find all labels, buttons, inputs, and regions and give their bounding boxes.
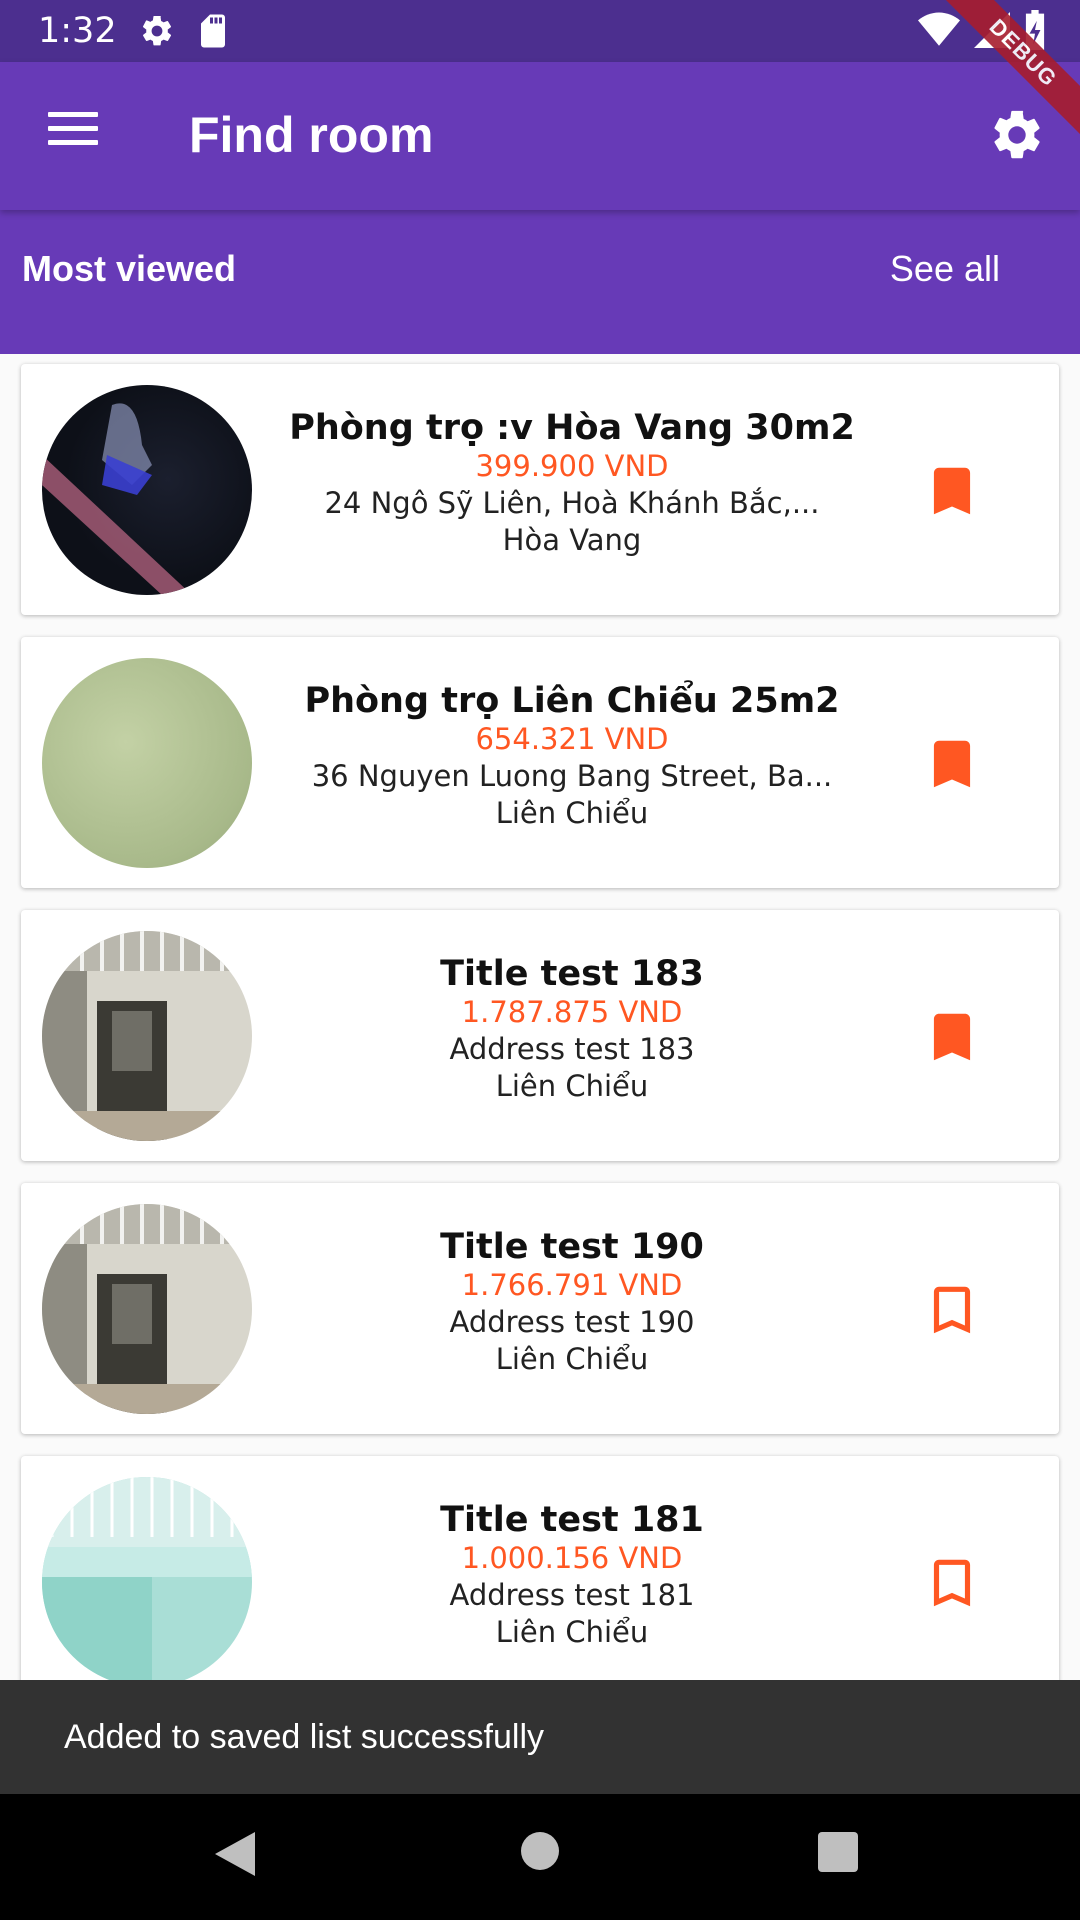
- see-all-button[interactable]: See all: [890, 248, 1000, 290]
- room-photo: [42, 385, 252, 595]
- room-photo: [42, 931, 252, 1141]
- snackbar: Added to saved list successfully: [0, 1680, 1080, 1794]
- room-photo: [42, 1477, 252, 1680]
- room-district: Liên Chiểu: [495, 1342, 649, 1376]
- menu-icon[interactable]: [48, 112, 98, 152]
- section-title: Most viewed: [22, 248, 237, 289]
- settings-status-icon: [139, 13, 175, 49]
- bookmark-outline-icon[interactable]: [921, 1552, 983, 1614]
- page-title: Find room: [189, 107, 434, 163]
- room-card[interactable]: Phòng trọ :v Hòa Vang 30m2 399.900 VND 2…: [21, 364, 1059, 615]
- status-time: 1:32: [38, 11, 117, 51]
- room-price: 654.321 VND: [475, 722, 669, 756]
- settings-gear-icon[interactable]: [988, 106, 1046, 164]
- sd-card-icon: [197, 13, 229, 49]
- room-title: Title test 183: [440, 954, 704, 994]
- bookmark-filled-icon[interactable]: [921, 1006, 983, 1068]
- room-title: Phòng trọ :v Hòa Vang 30m2: [289, 408, 855, 448]
- bookmark-outline-icon[interactable]: [921, 1279, 983, 1341]
- room-list[interactable]: Phòng trọ :v Hòa Vang 30m2 399.900 VND 2…: [0, 354, 1080, 1680]
- system-nav-bar: [0, 1794, 1080, 1920]
- room-address: Address test 183: [449, 1032, 695, 1066]
- app-bar: Find room: [0, 62, 1080, 210]
- room-card[interactable]: Title test 181 1.000.156 VND Address tes…: [21, 1456, 1059, 1680]
- room-title: Title test 190: [440, 1227, 704, 1267]
- room-address: Address test 181: [449, 1578, 695, 1612]
- most-viewed-header: Most viewed See all: [0, 210, 1080, 354]
- room-address: 24 Ngô Sỹ Liên, Hoà Khánh Bắc,...: [324, 486, 820, 520]
- room-address: 36 Nguyen Luong Bang Street, Ba...: [311, 759, 833, 793]
- room-photo: [42, 658, 252, 868]
- status-bar: 1:32: [0, 0, 1080, 62]
- home-icon[interactable]: [521, 1832, 559, 1870]
- room-district: Liên Chiểu: [495, 1615, 649, 1649]
- snackbar-message: Added to saved list successfully: [64, 1717, 545, 1756]
- room-district: Liên Chiểu: [495, 796, 649, 830]
- room-address: Address test 190: [449, 1305, 695, 1339]
- room-card[interactable]: Phòng trọ Liên Chiểu 25m2 654.321 VND 36…: [21, 637, 1059, 888]
- room-photo: [42, 1204, 252, 1414]
- bookmark-filled-icon[interactable]: [921, 460, 983, 522]
- room-district: Liên Chiểu: [495, 1069, 649, 1103]
- room-price: 1.000.156 VND: [461, 1541, 683, 1575]
- recents-icon[interactable]: [818, 1832, 858, 1872]
- room-card[interactable]: Title test 183 1.787.875 VND Address tes…: [21, 910, 1059, 1161]
- room-price: 1.766.791 VND: [461, 1268, 683, 1302]
- room-price: 399.900 VND: [475, 449, 669, 483]
- wifi-icon: [918, 12, 960, 52]
- bookmark-filled-icon[interactable]: [921, 733, 983, 795]
- room-district: Hòa Vang: [502, 523, 642, 557]
- back-icon[interactable]: [215, 1832, 255, 1880]
- room-price: 1.787.875 VND: [461, 995, 683, 1029]
- room-title: Title test 181: [440, 1500, 704, 1540]
- room-title: Phòng trọ Liên Chiểu 25m2: [304, 681, 840, 721]
- room-card[interactable]: Title test 190 1.766.791 VND Address tes…: [21, 1183, 1059, 1434]
